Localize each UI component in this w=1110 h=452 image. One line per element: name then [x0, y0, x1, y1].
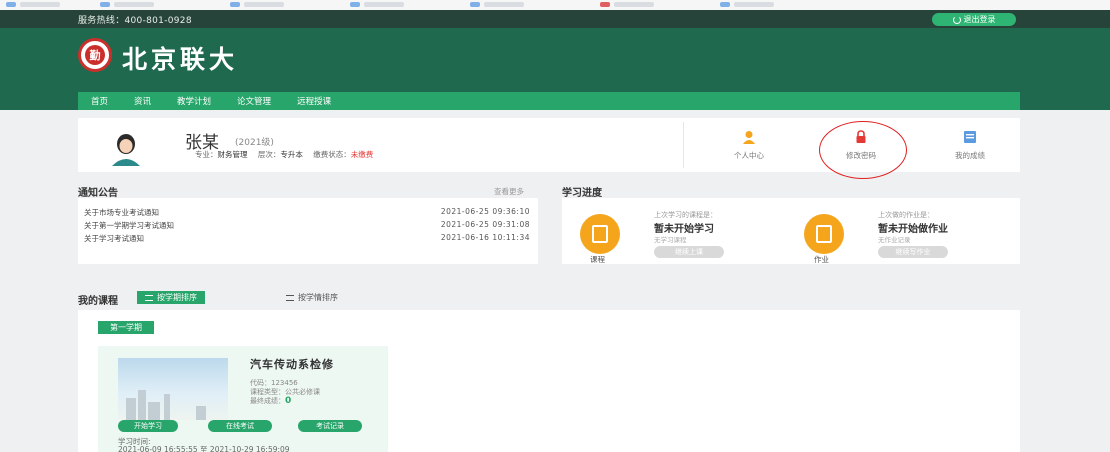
main-nav: 首页 资讯 教学计划 论文管理 远程授课: [78, 92, 1020, 110]
divider: [683, 122, 684, 168]
progress-title: 学习进度: [562, 188, 602, 199]
course-name: 汽车传动系检修: [250, 358, 334, 371]
course-icon: [580, 214, 620, 254]
exam-record-button[interactable]: 考试记录: [298, 420, 362, 432]
continue-course-button[interactable]: 继续上课: [654, 246, 724, 258]
level-value: 专升本: [280, 150, 303, 159]
bookmark-strip: [0, 0, 1110, 10]
sort-icon: [286, 294, 294, 301]
notices-title: 通知公告: [78, 188, 118, 199]
sort-by-term-button[interactable]: 按学期排序: [137, 291, 205, 304]
list-item[interactable]: 关于市场专业考试通知 2021-06-25 09:36:10: [84, 207, 530, 218]
homework-icon: [804, 214, 844, 254]
list-item[interactable]: 关于第一学期学习考试通知 2021-06-25 09:31:08: [84, 220, 530, 231]
nav-item-teaching-plan[interactable]: 教学计划: [164, 95, 224, 107]
homework-progress: 作业 上次做的作业是： 暂未开始做作业 无作业记录 继续写作业: [786, 204, 1006, 264]
top-bar: 服务热线：400-801-0928 退出登录: [0, 10, 1110, 28]
grade-icon: [964, 131, 976, 143]
nav-item-home[interactable]: 首页: [78, 95, 121, 107]
brand-name: 北京联大: [122, 45, 239, 74]
my-grades-link[interactable]: 我的成绩: [935, 130, 1005, 161]
service-hotline: 服务热线：400-801-0928: [78, 16, 192, 26]
progress-panel: 课程 上次学习的课程是： 暂未开始学习 无学习课程 继续上课 作业 上次做的作业…: [562, 198, 1020, 264]
notice-list: 关于市场专业考试通知 2021-06-25 09:36:10 关于第一学期学习考…: [78, 198, 538, 264]
student-grade: (2021级): [235, 138, 274, 148]
nav-item-news[interactable]: 资讯: [121, 95, 164, 107]
nav-item-remote-class[interactable]: 远程授课: [284, 95, 344, 107]
course-caption: 课程: [590, 255, 605, 264]
course-score: 最终成绩：0: [250, 396, 292, 406]
profile-card: 张某 (2021级) 专业：财务管理 层次：专升本 缴费状态：未缴费 个人中心 …: [78, 118, 1020, 179]
online-exam-button[interactable]: 在线考试: [208, 420, 272, 432]
student-info: 专业：财务管理 层次：专升本 缴费状态：未缴费: [195, 150, 374, 159]
logout-label: 退出登录: [963, 15, 996, 24]
payment-status: 未缴费: [350, 150, 374, 159]
power-icon: [952, 15, 961, 24]
term-tag: 第一学期: [98, 321, 154, 334]
sort-icon: [145, 294, 153, 301]
course-progress: 课程 上次学习的课程是： 暂未开始学习 无学习课程 继续上课: [562, 204, 782, 264]
study-time-range: 2021-06-09 16:55:55 至 2021-10-29 16:59:0…: [118, 445, 290, 452]
personal-center-link[interactable]: 个人中心: [714, 130, 784, 161]
homework-status: 暂未开始做作业: [878, 224, 948, 235]
courses-panel: 第一学期 汽车传动系检修 代码：123456 课程类型：公共必修课 最终成绩：0…: [78, 310, 1020, 452]
sort-by-credit-button[interactable]: 按学情排序: [278, 291, 346, 304]
notices-more-link[interactable]: 查看更多: [494, 186, 524, 197]
logout-button[interactable]: 退出登录: [932, 13, 1016, 26]
list-item[interactable]: 关于学习考试通知 2021-06-16 10:11:34: [84, 233, 530, 244]
course-card: 汽车传动系检修 代码：123456 课程类型：公共必修课 最终成绩：0 开始学习…: [98, 346, 388, 452]
continue-homework-button[interactable]: 继续写作业: [878, 246, 948, 258]
start-study-button[interactable]: 开始学习: [118, 420, 178, 432]
course-status: 暂未开始学习: [654, 224, 714, 235]
major-value: 财务管理: [217, 150, 248, 159]
course-thumbnail: [118, 358, 228, 420]
highlight-circle: [819, 121, 907, 179]
user-icon: [743, 131, 755, 144]
avatar-icon: [106, 128, 146, 168]
homework-caption: 作业: [814, 255, 829, 264]
my-courses-title: 我的课程: [78, 296, 118, 307]
university-logo-icon[interactable]: 勤: [78, 38, 112, 72]
nav-item-thesis[interactable]: 论文管理: [224, 95, 284, 107]
